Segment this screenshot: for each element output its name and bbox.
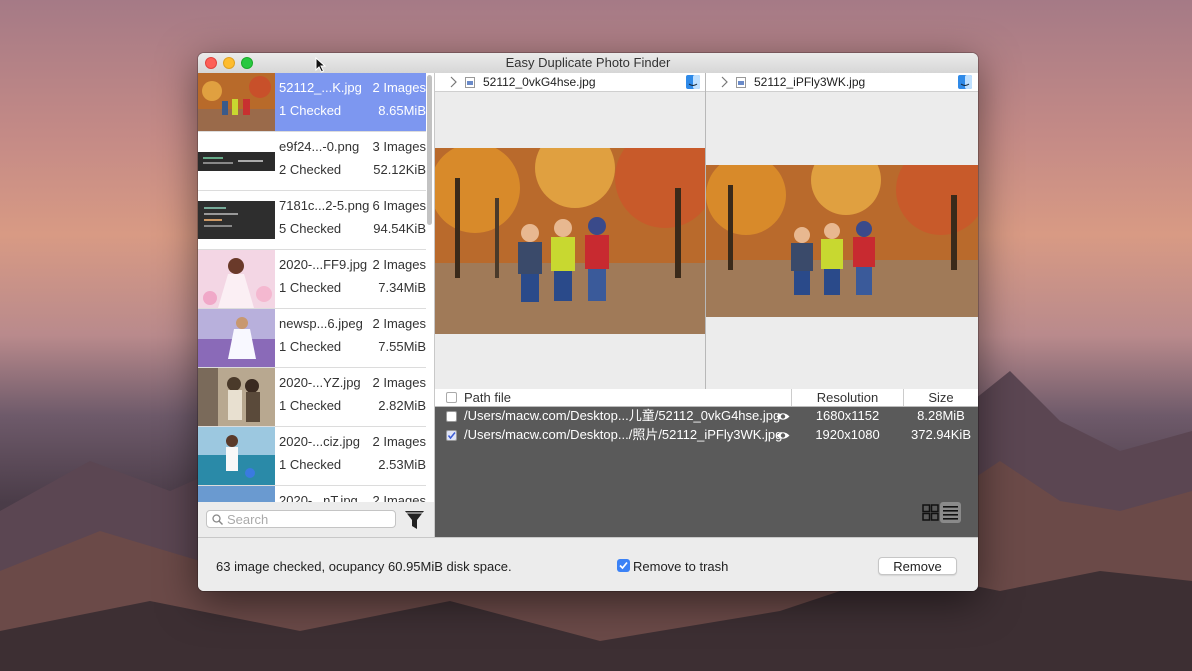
list-item[interactable]: 2020-...ciz.jpg 2 Images 1 Checked 2.53M… (198, 427, 426, 486)
group-checked-count: 1 Checked (279, 103, 342, 118)
sidebar-scrollbar[interactable] (427, 75, 432, 225)
grid-view-icon[interactable] (922, 504, 939, 521)
row-path: /Users/macw.com/Desktop.../照片/52112_iPFl… (464, 427, 783, 442)
search-field[interactable] (206, 510, 396, 528)
group-size: 52.12KiB (373, 162, 426, 177)
remove-to-trash-label[interactable]: Remove to trash (633, 559, 728, 574)
group-thumbnail (198, 191, 275, 249)
table-header: Path file Resolution Size (435, 389, 978, 407)
preview-pane-right: 52112_iPFly3WK.jpg (706, 73, 978, 389)
group-name: 52112_...K.jpg (279, 80, 362, 95)
chevron-right-icon[interactable] (450, 76, 458, 88)
group-checked-count: 1 Checked (279, 457, 342, 472)
remove-button[interactable]: Remove (878, 557, 957, 575)
zoom-window-button[interactable] (241, 57, 253, 69)
group-thumbnail (198, 73, 275, 131)
list-view-button[interactable] (940, 502, 961, 523)
group-name: 7181c...2-5.png (279, 198, 370, 213)
group-image-count: 6 Images (372, 198, 426, 213)
table-row[interactable]: /Users/macw.com/Desktop...儿童/52112_0vkG4… (435, 407, 978, 425)
remove-to-trash-checkbox[interactable] (617, 559, 630, 572)
list-item[interactable]: newsp...6.jpeg 2 Images 1 Checked 7.55Mi… (198, 309, 426, 368)
preview-header: 52112_0vkG4hse.jpg (435, 73, 706, 92)
list-item[interactable]: 52112_...K.jpg 2 Images 1 Checked 8.65Mi… (198, 73, 426, 132)
group-name: e9f24...-0.png (279, 139, 360, 154)
preview-pane-left: 52112_0vkG4hse.jpg (435, 73, 706, 389)
preview-image (435, 148, 706, 334)
search-bar (198, 502, 435, 537)
status-text: 63 image checked, ocupancy 60.95MiB disk… (216, 559, 512, 574)
checkmark-icon (619, 561, 628, 570)
row-resolution: 1680x1152 (815, 408, 880, 423)
row-resolution: 1920x1080 (815, 427, 880, 442)
select-all-checkbox[interactable] (446, 392, 457, 403)
row-checkbox[interactable] (446, 430, 457, 441)
group-checked-count: 1 Checked (279, 280, 342, 295)
list-item[interactable]: 2020-...FF9.jpg 2 Images 1 Checked 7.34M… (198, 250, 426, 309)
group-thumbnail (198, 309, 275, 367)
search-icon (212, 514, 223, 525)
minimize-window-button[interactable] (223, 57, 235, 69)
column-header-size[interactable]: Size (904, 389, 978, 406)
row-checkbox[interactable] (446, 411, 457, 422)
finder-icon[interactable] (686, 75, 700, 89)
group-size: 8.65MiB (378, 103, 426, 118)
search-input[interactable] (227, 511, 387, 527)
group-image-count: 2 Images (372, 316, 426, 331)
row-path: /Users/macw.com/Desktop...儿童/52112_0vkG4… (464, 408, 781, 423)
group-thumbnail (198, 132, 275, 190)
eye-icon[interactable] (776, 412, 790, 421)
filter-icon[interactable] (404, 509, 425, 530)
group-checked-count: 1 Checked (279, 339, 342, 354)
group-checked-count: 2 Checked (279, 162, 342, 177)
table-row[interactable]: /Users/macw.com/Desktop.../照片/52112_iPFl… (435, 426, 978, 444)
group-name: 2020-...ciz.jpg (279, 434, 360, 449)
group-checked-count: 5 Checked (279, 221, 342, 236)
preview-header: 52112_iPFly3WK.jpg (706, 73, 978, 92)
group-size: 2.53MiB (378, 457, 426, 472)
column-header-path[interactable]: Path file (464, 389, 511, 406)
preview-filename: 52112_iPFly3WK.jpg (754, 75, 866, 89)
group-thumbnail (198, 368, 275, 426)
file-table: Path file Resolution Size /Users/macw.co… (435, 389, 978, 537)
group-image-count: 2 Images (372, 80, 426, 95)
group-image-count: 2 Images (372, 375, 426, 390)
chevron-right-icon[interactable] (721, 76, 729, 88)
finder-icon[interactable] (958, 75, 972, 89)
window-title: Easy Duplicate Photo Finder (505, 55, 671, 70)
group-size: 7.34MiB (378, 280, 426, 295)
image-file-icon (465, 77, 475, 88)
duplicate-groups-list[interactable]: 52112_...K.jpg 2 Images 1 Checked 8.65Mi… (198, 73, 435, 517)
list-item[interactable]: 7181c...2-5.png 6 Images 5 Checked 94.54… (198, 191, 426, 250)
group-size: 7.55MiB (378, 339, 426, 354)
preview-image (706, 165, 978, 317)
group-thumbnail (198, 250, 275, 308)
cursor-icon (315, 57, 326, 73)
row-size: 372.94KiB (911, 427, 971, 442)
checkmark-icon (447, 432, 456, 440)
group-name: 2020-...FF9.jpg (279, 257, 368, 272)
group-size: 2.82MiB (378, 398, 426, 413)
group-image-count: 2 Images (372, 257, 426, 272)
group-size: 94.54KiB (373, 221, 426, 236)
group-name: newsp...6.jpeg (279, 316, 363, 331)
list-view-icon (943, 506, 958, 520)
group-image-count: 3 Images (372, 139, 426, 154)
eye-icon[interactable] (776, 431, 790, 440)
column-header-resolution[interactable]: Resolution (792, 389, 903, 406)
group-name: 2020-...YZ.jpg (279, 375, 361, 390)
preview-filename: 52112_0vkG4hse.jpg (483, 75, 596, 89)
image-file-icon (736, 77, 746, 88)
bottom-bar: 63 image checked, ocupancy 60.95MiB disk… (198, 537, 978, 591)
list-item[interactable]: e9f24...-0.png 3 Images 2 Checked 52.12K… (198, 132, 426, 191)
group-checked-count: 1 Checked (279, 398, 342, 413)
app-window: Easy Duplicate Photo Finder 52112_...K.j… (198, 53, 978, 591)
group-image-count: 2 Images (372, 434, 426, 449)
row-size: 8.28MiB (917, 408, 965, 423)
list-item[interactable]: 2020-...YZ.jpg 2 Images 1 Checked 2.82Mi… (198, 368, 426, 427)
group-thumbnail (198, 427, 275, 485)
close-window-button[interactable] (205, 57, 217, 69)
